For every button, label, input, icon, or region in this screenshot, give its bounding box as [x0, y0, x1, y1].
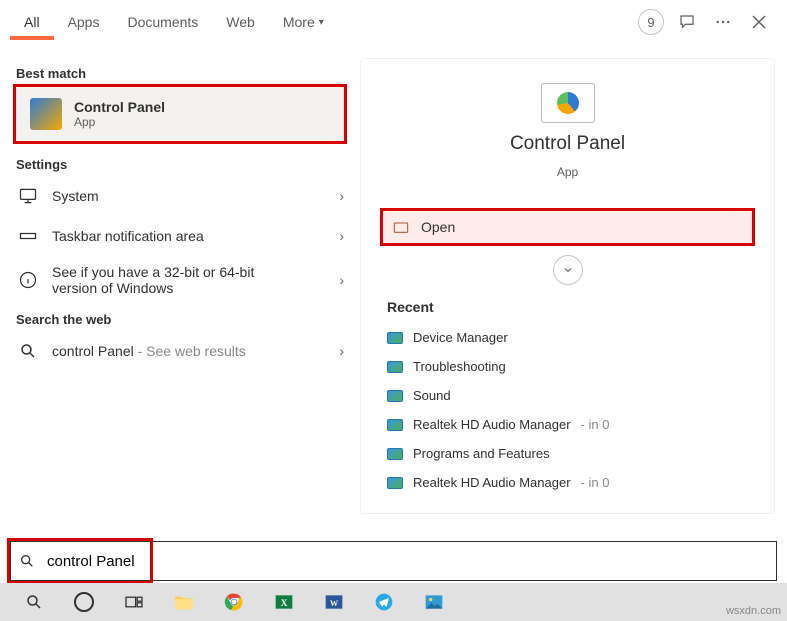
chevron-right-icon: › [339, 343, 344, 359]
taskbar-explorer-button[interactable] [168, 586, 200, 618]
tab-documents[interactable]: Documents [113, 4, 212, 40]
preview-column: Control Panel App Open Recent Device Man… [360, 48, 787, 538]
app-title: Control Panel [510, 133, 625, 155]
open-icon [393, 220, 409, 234]
control-panel-icon [541, 83, 595, 123]
taskbar-taskview-button[interactable] [118, 586, 150, 618]
result-label: System [52, 188, 99, 204]
tab-apps[interactable]: Apps [54, 4, 114, 40]
recent-item[interactable]: Realtek HD Audio Manager - in 0 [381, 468, 754, 497]
taskbar-word-button[interactable]: W [318, 586, 350, 618]
top-tabs-bar: All Apps Documents Web More 9 [0, 0, 787, 48]
app-subtitle: App [557, 165, 578, 179]
taskbar-photos-button[interactable] [418, 586, 450, 618]
control-panel-icon [30, 98, 62, 130]
chevron-right-icon: › [339, 228, 344, 244]
cpl-icon [387, 419, 403, 431]
taskbar-cortana-button[interactable] [68, 586, 100, 618]
section-search-web: Search the web [0, 304, 360, 331]
section-recent: Recent [381, 285, 754, 323]
app-preview-card: Control Panel App Open Recent Device Man… [360, 58, 775, 514]
result-system[interactable]: System › [0, 176, 360, 216]
cpl-icon [387, 332, 403, 344]
expand-button[interactable] [553, 255, 583, 285]
chevron-right-icon: › [339, 188, 344, 204]
recent-item[interactable]: Sound [381, 381, 754, 410]
web-query-label: control Panel [52, 343, 134, 359]
recent-item[interactable]: Realtek HD Audio Manager - in 0 [381, 410, 754, 439]
more-icon[interactable] [705, 4, 741, 40]
feedback-icon[interactable] [669, 4, 705, 40]
result-title: Control Panel [74, 99, 165, 115]
tab-all[interactable]: All [10, 4, 54, 40]
result-web-search[interactable]: control Panel - See web results › [0, 331, 360, 371]
result-subtitle: App [74, 115, 165, 129]
recent-item[interactable]: Device Manager [381, 323, 754, 352]
search-icon [16, 339, 40, 363]
result-control-panel[interactable]: Control Panel App [14, 85, 346, 143]
search-input[interactable] [43, 553, 776, 570]
web-query-suffix: - See web results [134, 343, 246, 359]
search-bar[interactable] [10, 541, 777, 581]
recent-item[interactable]: Programs and Features [381, 439, 754, 468]
close-icon[interactable] [741, 4, 777, 40]
tab-more[interactable]: More [269, 4, 338, 40]
taskbar-chrome-button[interactable] [218, 586, 250, 618]
taskbar-excel-button[interactable]: X [268, 586, 300, 618]
result-bitness[interactable]: See if you have a 32-bit or 64-bit versi… [0, 256, 360, 304]
chevron-right-icon: › [339, 272, 344, 288]
watermark: wsxdn.com [726, 605, 781, 617]
result-label: See if you have a 32-bit or 64-bit versi… [52, 264, 302, 296]
section-best-match: Best match [0, 58, 360, 85]
svg-text:W: W [330, 599, 339, 608]
taskbar-telegram-button[interactable] [368, 586, 400, 618]
search-icon [11, 553, 43, 569]
tab-web[interactable]: Web [212, 4, 269, 40]
open-button[interactable]: Open [381, 209, 754, 245]
info-icon [16, 268, 40, 292]
cpl-icon [387, 390, 403, 402]
taskbar-search-button[interactable] [18, 586, 50, 618]
taskbar-icon [16, 224, 40, 248]
svg-text:X: X [281, 598, 288, 608]
result-taskbar-area[interactable]: Taskbar notification area › [0, 216, 360, 256]
cpl-icon [387, 477, 403, 489]
rewards-badge[interactable]: 9 [633, 4, 669, 40]
recent-item[interactable]: Troubleshooting [381, 352, 754, 381]
result-label: Taskbar notification area [52, 228, 204, 244]
cpl-icon [387, 361, 403, 373]
open-label: Open [421, 219, 455, 235]
results-column: Best match Control Panel App Settings Sy… [0, 48, 360, 538]
section-settings: Settings [0, 149, 360, 176]
taskbar: X W [0, 583, 787, 621]
monitor-icon [16, 184, 40, 208]
cpl-icon [387, 448, 403, 460]
